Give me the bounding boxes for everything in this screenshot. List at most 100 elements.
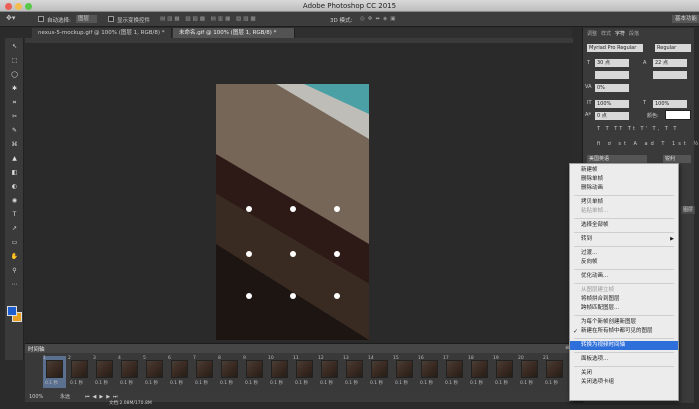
tab-paragraph[interactable]: 段落 [629,30,639,37]
frame-delay[interactable]: 0.1 秒 [45,380,58,386]
menu-item[interactable]: 删除单帧 [570,175,678,184]
marquee-tool-icon[interactable]: ⬚ [8,56,21,65]
menu-item[interactable]: 新建在所有帧中都可见的图层 ✓ [570,327,678,336]
eraser-tool-icon[interactable]: ◧ [8,168,21,177]
timeline-frame[interactable]: 19 0.1 秒 [493,356,516,388]
stamp-tool-icon[interactable]: ⌘ [8,140,21,149]
align-buttons[interactable]: ▤▥▦ ▧▨▩ ▤▥▦ ▧▨▩ [160,16,258,22]
tab-nexus-mockup[interactable]: nexus-5-mockup.gif @ 100% (图层 1, RGB/8) … [32,28,172,38]
tab-character[interactable]: 字符 [615,30,625,37]
timeline-frame[interactable]: 5 0.1 秒 [143,356,166,388]
frame-delay[interactable]: 0.1 秒 [545,380,558,386]
timeline-frame[interactable]: 12 0.1 秒 [318,356,341,388]
shape-tool-icon[interactable]: ▭ [8,238,21,247]
menu-item[interactable]: 新建帧 [570,166,678,175]
crop-tool-icon[interactable]: ⌗ [8,98,21,107]
gradient-tool-icon[interactable]: ◐ [8,182,21,191]
frame-delay[interactable]: 0.1 秒 [495,380,508,386]
frame-delay[interactable]: 0.1 秒 [270,380,283,386]
timeline-frame[interactable]: 9 0.1 秒 [243,356,266,388]
menu-item[interactable]: 删除动画 [570,184,678,193]
timeline-frame[interactable]: 21 0.1 秒 [543,356,566,388]
hand-tool-icon[interactable]: ✋ [8,252,21,261]
close-window-button[interactable] [5,3,12,10]
show-transform-checkbox[interactable] [108,16,114,22]
menu-item[interactable]: 面板选项... [570,355,678,364]
timeline-frame[interactable]: 13 0.1 秒 [343,356,366,388]
minimize-window-button[interactable] [15,3,22,10]
menu-item[interactable]: 优化动画... [570,272,678,281]
frame-delay[interactable]: 0.1 秒 [420,380,433,386]
menu-item[interactable]: 转到 ▶ [570,235,678,244]
frame-delay[interactable]: 0.1 秒 [95,380,108,386]
frame-delay[interactable]: 0.1 秒 [470,380,483,386]
timeline-frame[interactable]: 10 0.1 秒 [268,356,291,388]
tab-styles[interactable]: 样式 [601,30,611,37]
brush-tool-icon[interactable]: ✎ [8,126,21,135]
frame-delay[interactable]: 0.1 秒 [120,380,133,386]
language-select[interactable]: 美国英语 [587,155,647,163]
timeline-frame[interactable]: 20 0.1 秒 [518,356,541,388]
path-select-tool-icon[interactable]: ↗ [8,224,21,233]
timeline-frame[interactable]: 7 0.1 秒 [193,356,216,388]
timeline-frame[interactable]: 16 0.1 秒 [418,356,441,388]
document-image[interactable] [216,84,369,340]
foreground-color-swatch[interactable] [7,306,17,316]
menu-item[interactable]: 选择全部帧 [570,221,678,230]
menu-item[interactable]: 关闭选项卡组 [570,378,678,387]
type-style-buttons[interactable]: T T TT Tt T' T, T T [597,126,678,132]
menu-item[interactable]: 拷贝单帧 [570,198,678,207]
timeline-frame[interactable]: 15 0.1 秒 [393,356,416,388]
tab-adjustments[interactable]: 调整 [587,30,597,37]
slice-tool-icon[interactable]: ✂ [8,112,21,121]
frame-delay[interactable]: 0.1 秒 [220,380,233,386]
timeline-frame[interactable]: 18 0.1 秒 [468,356,491,388]
font-family-select[interactable]: Myriad Pro Regular [587,44,643,52]
move-tool-icon[interactable]: ↖ [8,42,21,51]
timeline-frame[interactable]: 6 0.1 秒 [168,356,191,388]
menu-item[interactable]: 为每个新帧创建新图层 [570,318,678,327]
menu-item[interactable]: 跨帧匹配图层... [570,304,678,313]
menu-item[interactable]: 将帧拼合到图层 [570,295,678,304]
frame-delay[interactable]: 0.1 秒 [345,380,358,386]
frame-delay[interactable]: 0.1 秒 [70,380,83,386]
tracking-field[interactable] [653,71,687,79]
lasso-tool-icon[interactable]: ◯ [8,70,21,79]
menu-item[interactable]: 反向帧 [570,258,678,267]
timeline-frame[interactable]: 2 0.1 秒 [68,356,91,388]
opentype-buttons[interactable]: ﬁ ơ st A ad T 1st ½ [597,141,699,147]
loop-dropdown[interactable]: 永远 [60,393,70,402]
frame-delay[interactable]: 0.1 秒 [295,380,308,386]
zoom-level[interactable]: 100% [29,393,43,402]
horizontal-scale-field[interactable]: 100% [653,100,687,108]
menu-item[interactable]: 关闭 [570,369,678,378]
blur-tool-icon[interactable]: ◉ [8,196,21,205]
frame-delay[interactable]: 0.1 秒 [520,380,533,386]
menu-item[interactable]: 过渡... [570,249,678,258]
auto-select-checkbox[interactable] [38,16,44,22]
timeline-frame[interactable]: 3 0.1 秒 [93,356,116,388]
frame-delay[interactable]: 0.1 秒 [445,380,458,386]
leading-field[interactable]: 22 点 [653,59,687,67]
move-tool-icon[interactable]: ✥▾ [6,14,15,22]
auto-select-dropdown[interactable]: 图层 [76,15,98,23]
quick-select-tool-icon[interactable]: ✱ [8,84,21,93]
frame-delay[interactable]: 0.1 秒 [245,380,258,386]
timeline-frame[interactable]: 1 0.1 秒 [43,356,66,388]
frame-delay[interactable]: 0.1 秒 [395,380,408,386]
kerning-field[interactable] [595,71,629,79]
frame-delay[interactable]: 0.1 秒 [145,380,158,386]
timeline-frame[interactable]: 4 0.1 秒 [118,356,141,388]
baseline-field[interactable]: 0 点 [595,112,629,120]
tab-untitled[interactable]: 未命名.gif @ 100% (图层 1, RGB/8) * [173,28,295,38]
workspace-dropdown[interactable]: 基本功能 [672,15,699,23]
font-size-field[interactable]: 30 点 [595,59,629,67]
frame-delay[interactable]: 0.1 秒 [170,380,183,386]
timeline-frame[interactable]: 11 0.1 秒 [293,356,316,388]
menu-item[interactable]: 转换为视频时间轴 [570,341,678,350]
zoom-window-button[interactable] [25,3,32,10]
history-tool-icon[interactable]: ▲ [8,154,21,163]
vertical-scale-field[interactable]: 100% [595,100,629,108]
frame-delay[interactable]: 0.1 秒 [195,380,208,386]
tracking-percent-field[interactable]: 0% [595,84,629,92]
